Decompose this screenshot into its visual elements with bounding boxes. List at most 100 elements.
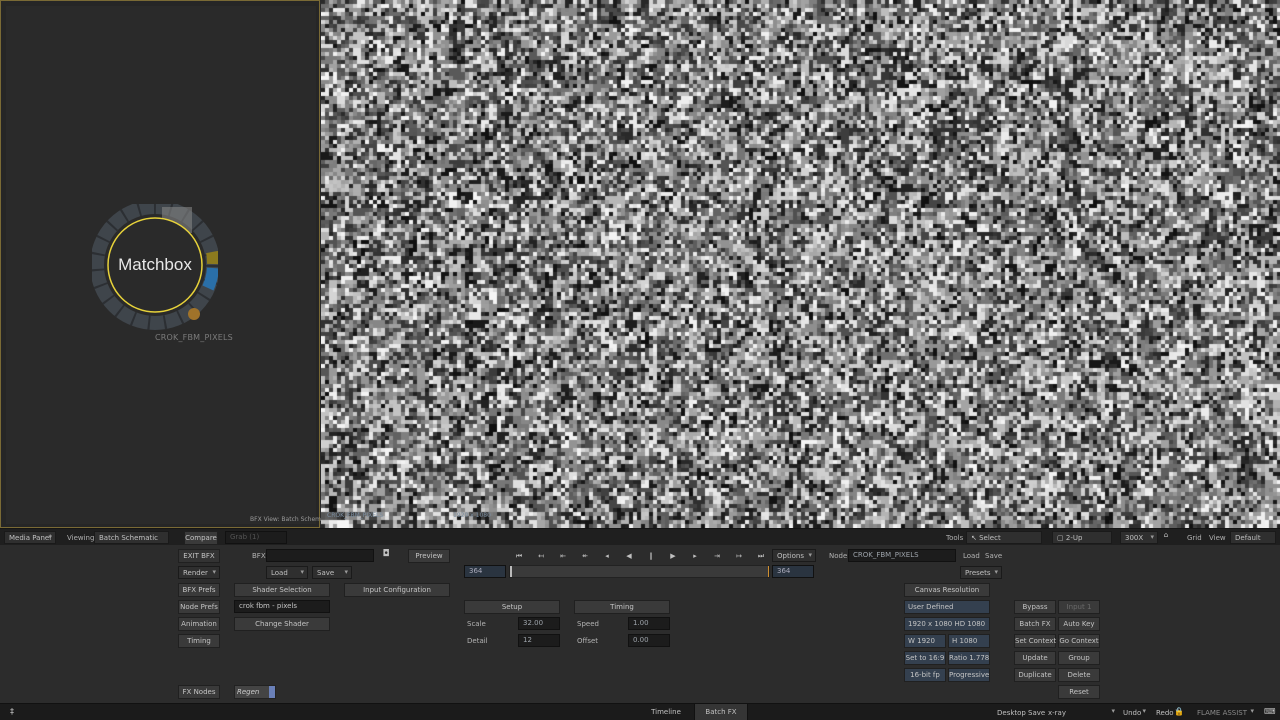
tab-setup[interactable]: Setup xyxy=(464,600,560,614)
stop-icon[interactable]: ‖ xyxy=(642,550,660,562)
default-dropdown[interactable]: Default xyxy=(1230,531,1276,544)
go-context-button[interactable]: Go Context xyxy=(1058,634,1100,648)
group-button[interactable]: Group xyxy=(1058,651,1100,665)
fx-nodes-button[interactable]: FX Nodes xyxy=(178,685,220,699)
bfx-name-field[interactable] xyxy=(266,549,374,562)
frame-start-field[interactable]: 364 xyxy=(464,565,506,578)
regen-toggle[interactable]: Regen xyxy=(234,685,276,699)
layout-label: 2-Up xyxy=(1065,534,1083,542)
timebar-end-marker xyxy=(768,566,769,577)
auto-key-button[interactable]: Auto Key xyxy=(1058,617,1100,631)
bfx-prefs-button[interactable]: BFX Prefs xyxy=(178,583,220,597)
ratio-field[interactable]: Ratio 1.778 xyxy=(948,651,990,665)
shader-selection-header: Shader Selection xyxy=(234,583,330,597)
input-configuration-button[interactable]: Input Configuration xyxy=(344,583,450,597)
height-field[interactable]: H 1080 xyxy=(948,634,990,648)
change-shader-button[interactable]: Change Shader xyxy=(234,617,330,631)
menu-glyph-icon[interactable]: ‡ xyxy=(10,707,14,716)
undo-dropdown[interactable]: Undo xyxy=(1121,706,1149,719)
speed-field[interactable]: 1.00 xyxy=(628,617,670,630)
scan-mode-dropdown[interactable]: Progressive xyxy=(948,668,990,682)
go-to-end-icon[interactable]: ⏭ xyxy=(752,550,770,562)
mark-in-icon[interactable]: ⇤ xyxy=(554,550,572,562)
scale-label: Scale xyxy=(467,620,486,628)
node-prefs-button[interactable]: Node Prefs xyxy=(178,600,220,614)
batch-fx-button[interactable]: Batch FX xyxy=(1014,617,1056,631)
layout-dropdown[interactable]: ▢ 2-Up xyxy=(1052,531,1112,544)
delete-button[interactable]: Delete xyxy=(1058,668,1100,682)
node-label: Node xyxy=(829,552,848,560)
tab-timeline[interactable]: Timeline xyxy=(640,704,692,720)
duplicate-button[interactable]: Duplicate xyxy=(1014,668,1056,682)
exit-bfx-button[interactable]: EXIT BFX xyxy=(178,549,220,563)
animation-button[interactable]: Animation xyxy=(178,617,220,631)
image-viewer[interactable]: CROK_FBM_PIXELS 1920 x 1080 xyxy=(321,0,1280,528)
offset-label: Offset xyxy=(577,637,599,645)
presets-dropdown[interactable]: Presets xyxy=(960,566,1002,579)
select-tool-dropdown[interactable]: ↖ Select xyxy=(966,531,1042,544)
reset-button[interactable]: Reset xyxy=(1058,685,1100,699)
media-panel-dropdown[interactable]: Media Panel xyxy=(4,531,56,544)
mark-out-icon[interactable]: ⇥ xyxy=(708,550,726,562)
project-dropdown[interactable]: x-ray xyxy=(1046,706,1118,719)
desktop-button[interactable]: Desktop xyxy=(997,709,1026,717)
zoom-dropdown[interactable]: 300X xyxy=(1120,531,1158,544)
grid-button[interactable]: Grid xyxy=(1187,534,1202,542)
scale-field[interactable]: 32.00 xyxy=(518,617,560,630)
set-context-button[interactable]: Set Context xyxy=(1014,634,1056,648)
input-dropdown[interactable]: Input 1 xyxy=(1058,600,1100,614)
node-input-blue[interactable] xyxy=(202,267,218,291)
camera-icon[interactable]: ◘ xyxy=(378,549,394,562)
frame-end-field[interactable]: 364 xyxy=(772,565,814,578)
select-tool-label: Select xyxy=(979,534,1001,542)
node-name-field[interactable]: CROK_FBM_PIXELS xyxy=(848,549,956,562)
resolution-preset-dropdown[interactable]: 1920 x 1080 HD 1080 xyxy=(904,617,990,631)
prev-frame-icon[interactable]: ◂ xyxy=(598,550,616,562)
load-dropdown[interactable]: Load xyxy=(266,566,308,579)
step-back-key-icon[interactable]: ↞ xyxy=(576,550,594,562)
node-input-yellow[interactable] xyxy=(206,250,218,265)
detail-field[interactable]: 12 xyxy=(518,634,560,647)
node-output-dot[interactable] xyxy=(188,308,200,320)
matchbox-node[interactable]: Matchbox xyxy=(92,204,218,330)
keyboard-icon[interactable]: ⌨ xyxy=(1264,707,1276,716)
viewing-label: Viewing xyxy=(67,534,95,542)
options-dropdown[interactable]: Options xyxy=(772,549,816,562)
timing-button[interactable]: Timing xyxy=(178,634,220,648)
home-icon[interactable]: ⌂ xyxy=(1160,531,1172,544)
play-icon[interactable]: ▶ xyxy=(664,550,682,562)
width-field[interactable]: W 1920 xyxy=(904,634,946,648)
tools-label: Tools xyxy=(946,534,964,542)
save-dropdown[interactable]: Save xyxy=(312,566,352,579)
tab-timing[interactable]: Timing xyxy=(574,600,670,614)
set-aspect-button[interactable]: Set to 16:9 xyxy=(904,651,946,665)
node-save-button[interactable]: Save xyxy=(985,552,1002,560)
offset-field[interactable]: 0.00 xyxy=(628,634,670,647)
prev-keyframe-icon[interactable]: ↤ xyxy=(532,550,550,562)
status-bar: ‡ Timeline Batch FX Desktop Save x-ray U… xyxy=(0,703,1280,720)
next-frame-icon[interactable]: ▸ xyxy=(686,550,704,562)
play-reverse-icon[interactable]: ◀ xyxy=(620,550,638,562)
next-keyframe-icon[interactable]: ↦ xyxy=(730,550,748,562)
bit-depth-dropdown[interactable]: 16-bit fp xyxy=(904,668,946,682)
update-button[interactable]: Update xyxy=(1014,651,1056,665)
compare-button[interactable]: Compare xyxy=(184,531,218,545)
lock-icon[interactable]: 🔒 xyxy=(1174,707,1184,716)
tab-batch-fx[interactable]: Batch FX xyxy=(694,704,748,720)
app-menu-dropdown[interactable]: FLAME ASSIST xyxy=(1195,706,1257,719)
save-button[interactable]: Save xyxy=(1028,709,1045,717)
view-button[interactable]: View xyxy=(1209,534,1226,542)
detail-label: Detail xyxy=(467,637,488,645)
go-to-start-icon[interactable]: ⏮ xyxy=(510,550,528,562)
node-load-button[interactable]: Load xyxy=(963,552,980,560)
grab-field[interactable]: Grab (1) xyxy=(225,531,287,544)
timebar-start-marker xyxy=(510,566,512,577)
timebar[interactable] xyxy=(509,565,770,578)
preview-button[interactable]: Preview xyxy=(408,549,450,563)
layout-icon: ▢ xyxy=(1057,534,1064,542)
viewing-dropdown[interactable]: Batch Schematic xyxy=(94,531,169,544)
shader-name-field[interactable]: crok fbm - pixels xyxy=(234,600,330,613)
resolution-mode-dropdown[interactable]: User Defined xyxy=(904,600,990,614)
render-dropdown[interactable]: Render xyxy=(178,566,220,579)
bypass-button[interactable]: Bypass xyxy=(1014,600,1056,614)
